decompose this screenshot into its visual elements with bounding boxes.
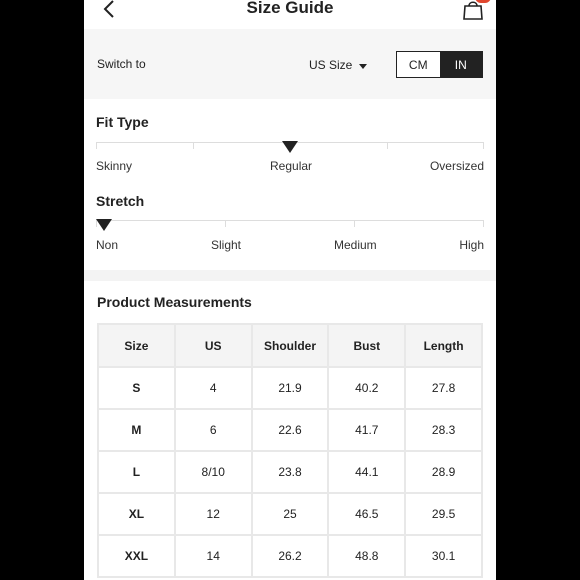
fit-type-scale (96, 141, 484, 153)
size-system-dropdown[interactable]: US Size (309, 58, 368, 72)
fit-type-title: Fit Type (96, 114, 149, 130)
size-guide-screen: Size Guide Switch to US Size CM IN Fit T… (84, 0, 496, 580)
table-cell: 6 (173, 408, 253, 452)
header: Size Guide (84, 0, 496, 28)
table-cell: L (97, 450, 176, 494)
table-row: L 8/10 23.8 44.1 28.9 (97, 450, 483, 494)
table-cell: M (97, 408, 176, 452)
table-cell: 23.8 (250, 450, 330, 494)
table-cell: XL (97, 492, 176, 536)
scale-tick (354, 220, 355, 227)
table-cell: 26.2 (250, 534, 330, 578)
stretch-label-non: Non (96, 238, 119, 252)
measurements-table: Size US Shoulder Bust Length S 4 21.9 40… (97, 323, 483, 578)
fit-label-regular: Regular (270, 159, 313, 173)
stretch-marker-icon (96, 219, 112, 231)
table-cell: 44.1 (327, 450, 407, 494)
table-cell: 46.5 (327, 492, 407, 536)
table-cell: 30.1 (404, 534, 483, 578)
table-cell: 28.9 (404, 450, 483, 494)
table-cell: 28.3 (404, 408, 483, 452)
caret-down-icon (359, 64, 368, 69)
fit-label-skinny: Skinny (96, 159, 133, 173)
table-cell: XXL (97, 534, 176, 578)
table-cell: 27.8 (404, 366, 483, 410)
table-row: XL 12 25 46.5 29.5 (97, 492, 483, 536)
table-cell: 22.6 (250, 408, 330, 452)
unit-in-button[interactable]: IN (439, 52, 482, 77)
column-header: Size (97, 323, 176, 368)
table-cell: 8/10 (173, 450, 253, 494)
scale-tick (193, 142, 194, 149)
column-header: US (173, 323, 253, 368)
table-cell: 41.7 (327, 408, 407, 452)
table-row: M 6 22.6 41.7 28.3 (97, 408, 483, 452)
table-cell: 4 (173, 366, 253, 410)
table-cell: 48.8 (327, 534, 407, 578)
scale-tick (387, 142, 388, 149)
product-measurements-title: Product Measurements (97, 294, 252, 310)
switch-to-label: Switch to (97, 57, 146, 71)
table-row: S 4 21.9 40.2 27.8 (97, 366, 483, 410)
table-cell: 25 (250, 492, 330, 536)
table-cell: 29.5 (404, 492, 483, 536)
column-header: Shoulder (250, 323, 330, 368)
table-cell: 14 (173, 534, 253, 578)
scale-tick (483, 220, 484, 227)
fit-label-oversized: Oversized (429, 159, 484, 173)
table-cell: 12 (173, 492, 253, 536)
unit-cm-button[interactable]: CM (397, 52, 440, 77)
scale-tick (96, 142, 97, 149)
shopping-bag-icon[interactable] (462, 0, 484, 20)
stretch-scale (96, 219, 484, 231)
section-divider (84, 270, 496, 281)
unit-switch-row: Switch to US Size CM IN (84, 29, 496, 99)
column-header: Length (404, 323, 483, 368)
column-header: Bust (327, 323, 407, 368)
table-cell: 40.2 (327, 366, 407, 410)
table-cell: S (97, 366, 176, 410)
table-header-row: Size US Shoulder Bust Length (97, 323, 483, 368)
table-row: XXL 14 26.2 48.8 30.1 (97, 534, 483, 578)
stretch-label-medium: Medium (334, 238, 377, 252)
table-cell: 21.9 (250, 366, 330, 410)
scale-track (96, 220, 484, 221)
scale-tick (225, 220, 226, 227)
scale-tick (483, 142, 484, 149)
size-system-value: US Size (309, 58, 353, 72)
stretch-label-slight: Slight (211, 238, 242, 252)
unit-toggle: CM IN (396, 51, 483, 78)
page-title: Size Guide (246, 0, 334, 17)
stretch-title: Stretch (96, 193, 145, 209)
stretch-label-high: High (459, 238, 484, 252)
fit-marker-icon (282, 141, 298, 153)
